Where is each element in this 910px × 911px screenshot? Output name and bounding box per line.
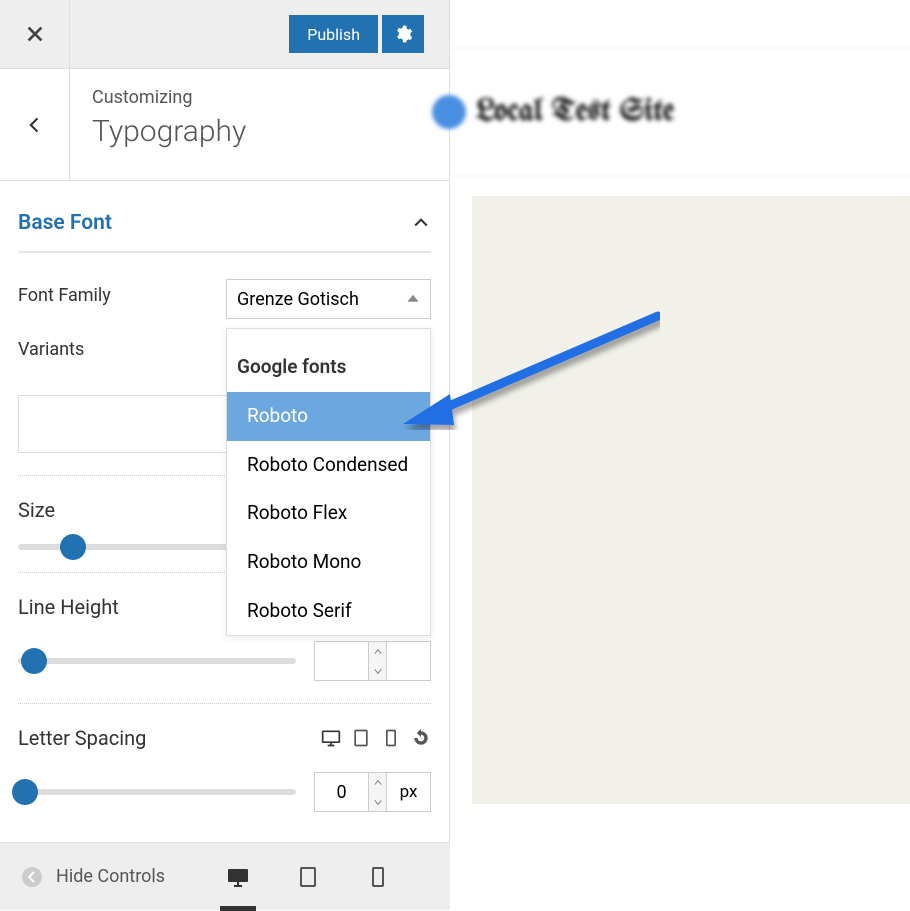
device-tab-desktop[interactable] — [222, 843, 254, 911]
size-slider-thumb[interactable] — [60, 534, 86, 560]
responsive-controls — [321, 728, 431, 748]
spinner-up[interactable] — [369, 642, 386, 661]
dropdown-item-roboto-condensed[interactable]: Roboto Condensed — [227, 441, 430, 490]
letter-spacing-slider-thumb[interactable] — [12, 779, 38, 805]
letter-spacing-label: Letter Spacing — [18, 726, 146, 750]
line-height-label: Line Height — [18, 595, 119, 619]
font-family-selected: Grenze Gotisch — [237, 289, 359, 310]
size-label: Size — [18, 498, 55, 522]
preview-content-block — [472, 196, 910, 804]
letter-spacing-slider[interactable] — [18, 789, 296, 795]
device-tab-mobile[interactable] — [362, 843, 394, 911]
top-bar: Publish — [0, 0, 449, 69]
letter-spacing-input-group: px — [314, 772, 431, 812]
letter-spacing-input[interactable] — [314, 772, 369, 812]
customizing-label: Customizing — [92, 87, 246, 108]
chevron-up-icon — [411, 213, 431, 233]
letter-spacing-unit[interactable]: px — [387, 772, 431, 812]
line-height-unit[interactable] — [387, 641, 431, 681]
hide-controls-label: Hide Controls — [56, 866, 165, 887]
dropdown-group-label: Google fonts — [227, 329, 430, 392]
spinner-down[interactable] — [369, 792, 386, 811]
font-family-select[interactable]: Grenze Gotisch — [226, 279, 431, 319]
letter-spacing-section: Letter Spacing px — [18, 726, 431, 812]
preview-header: Local Test Site — [450, 48, 910, 176]
settings-button[interactable] — [382, 15, 424, 53]
accordion-base-font[interactable]: Base Font — [18, 199, 431, 247]
reset-icon[interactable] — [411, 728, 431, 748]
letter-spacing-spinner — [369, 772, 387, 812]
font-dropdown-panel: Google fonts Roboto Roboto Condensed Rob… — [226, 328, 431, 636]
line-height-input-group — [314, 641, 431, 681]
dropdown-item-roboto-flex[interactable]: Roboto Flex — [227, 489, 430, 538]
page-title: Typography — [92, 114, 246, 149]
collapse-left-icon — [20, 865, 44, 889]
tablet-icon — [296, 865, 320, 889]
mobile-icon — [366, 865, 390, 889]
device-preview-tabs — [165, 843, 450, 911]
triangle-up-icon — [406, 292, 420, 306]
divider — [18, 251, 431, 253]
site-title: Local Test Site — [476, 96, 674, 129]
line-height-input[interactable] — [314, 641, 369, 681]
spinner-up[interactable] — [369, 773, 386, 792]
close-button[interactable] — [0, 0, 70, 69]
gear-icon — [393, 24, 413, 44]
variants-label: Variants — [18, 333, 84, 360]
dropdown-item-roboto-serif[interactable]: Roboto Serif — [227, 587, 430, 636]
preview-area: Local Test Site — [450, 0, 910, 910]
header-text: Customizing Typography — [70, 69, 268, 180]
site-logo — [432, 95, 466, 129]
desktop-icon[interactable] — [321, 728, 341, 748]
font-family-label: Font Family — [18, 279, 111, 306]
line-height-slider-thumb[interactable] — [21, 648, 47, 674]
hide-controls-button[interactable]: Hide Controls — [0, 865, 165, 889]
desktop-icon — [226, 865, 250, 889]
dropdown-item-roboto[interactable]: Roboto — [227, 392, 430, 441]
dropdown-item-roboto-mono[interactable]: Roboto Mono — [227, 538, 430, 587]
dotted-divider — [18, 703, 431, 704]
close-icon — [24, 23, 46, 45]
tablet-icon[interactable] — [351, 728, 371, 748]
customizer-sidebar: Publish Customizing Typography Base Font… — [0, 0, 450, 842]
mobile-icon[interactable] — [381, 728, 401, 748]
spinner-down[interactable] — [369, 661, 386, 680]
bottom-bar: Hide Controls — [0, 842, 450, 910]
header-section: Customizing Typography — [0, 69, 449, 181]
accordion-title: Base Font — [18, 211, 112, 235]
chevron-left-icon — [25, 115, 45, 135]
back-button[interactable] — [0, 69, 70, 180]
line-height-slider[interactable] — [18, 658, 296, 664]
device-tab-tablet[interactable] — [292, 843, 324, 911]
font-family-row: Font Family Grenze Gotisch — [18, 279, 431, 319]
line-height-spinner — [369, 641, 387, 681]
publish-area: Publish — [70, 15, 449, 53]
publish-button[interactable]: Publish — [289, 15, 378, 53]
